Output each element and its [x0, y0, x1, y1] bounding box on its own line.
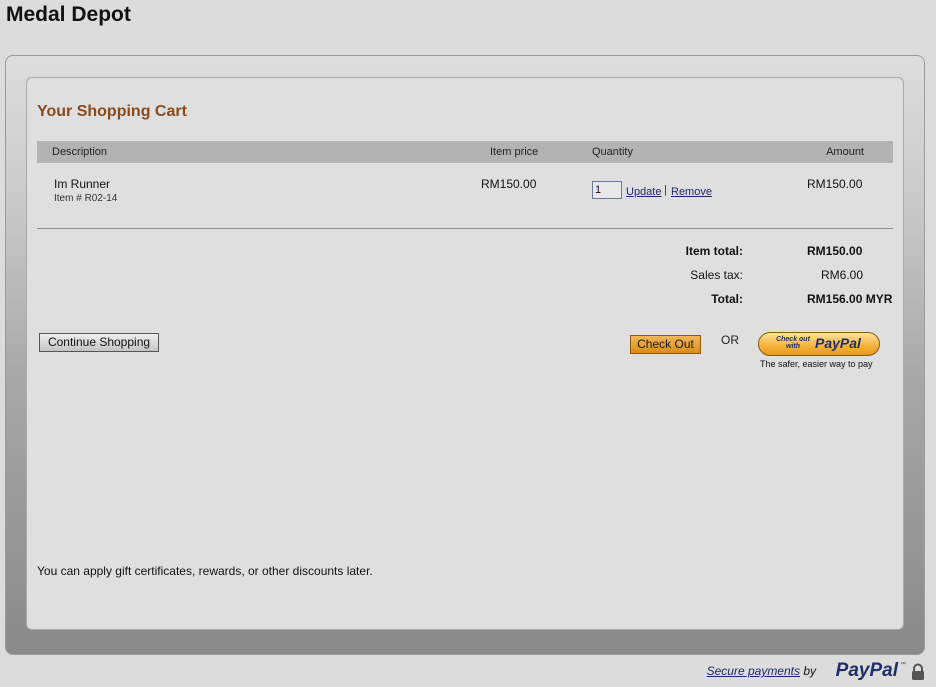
total-value: RM156.00 MYR — [807, 292, 893, 306]
item-total-value: RM150.00 — [807, 244, 863, 258]
quantity-input[interactable] — [592, 181, 622, 199]
discount-note: You can apply gift certificates, rewards… — [37, 564, 373, 578]
checkout-button[interactable]: Check Out — [630, 335, 701, 354]
column-description: Description — [52, 146, 108, 158]
item-name: Im Runner — [54, 177, 111, 191]
by-label: by — [803, 664, 816, 678]
remove-link[interactable]: Remove — [671, 186, 712, 198]
paypal-checkout-button[interactable]: Check out with PayPal — [758, 332, 880, 356]
sales-tax-value: RM6.00 — [821, 268, 864, 282]
continue-shopping-button[interactable]: Continue Shopping — [39, 333, 159, 352]
item-number: Item # R02-14 — [54, 193, 118, 204]
item-price: RM150.00 — [481, 177, 537, 191]
summary-divider — [37, 228, 893, 229]
paypal-logo: PayPal — [835, 660, 898, 681]
lock-icon — [912, 663, 924, 680]
secure-payments-footer: Secure payments by PayPal ™ — [666, 660, 926, 682]
item-amount: RM150.00 — [807, 177, 863, 191]
sales-tax-label: Sales tax: — [690, 268, 743, 282]
secure-payments-link[interactable]: Secure payments — [707, 664, 800, 678]
column-item-price: Item price — [490, 146, 539, 158]
trademark-symbol: ™ — [900, 662, 906, 668]
link-separator: | — [664, 184, 667, 196]
column-quantity: Quantity — [592, 146, 633, 158]
site-title: Medal Depot — [6, 3, 131, 26]
or-label: OR — [721, 333, 739, 347]
update-link[interactable]: Update — [626, 186, 661, 198]
total-label: Total: — [711, 292, 743, 306]
column-amount: Amount — [826, 146, 864, 158]
paypal-tagline: The safer, easier way to pay — [760, 359, 873, 369]
cart-table-header: Description Item price Quantity Amount — [37, 141, 893, 163]
cart-heading: Your Shopping Cart — [37, 103, 187, 120]
item-total-label: Item total: — [685, 244, 743, 258]
paypal-button-caption: Check out with — [776, 336, 810, 350]
paypal-button-logo: PayPal — [815, 335, 861, 351]
